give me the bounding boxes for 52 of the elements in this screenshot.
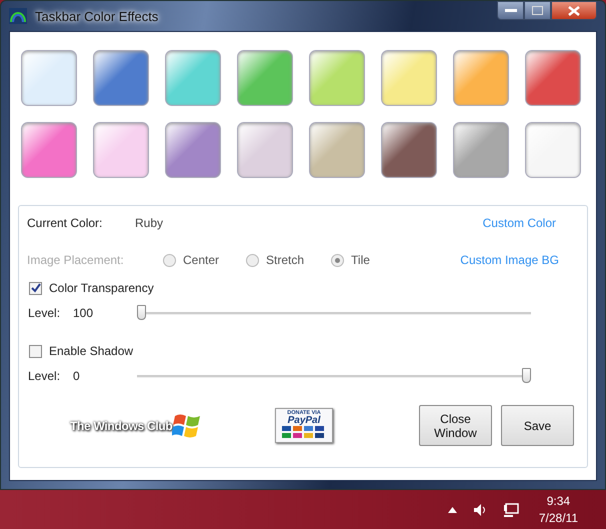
- speaker-icon[interactable]: [472, 502, 487, 516]
- up-arrow-icon[interactable]: [448, 506, 457, 512]
- maximize-icon: [532, 6, 543, 15]
- radio-label: Tile: [351, 253, 370, 267]
- rainbow-icon: [9, 8, 27, 24]
- color-swatch[interactable]: [453, 122, 509, 178]
- color-swatch[interactable]: [93, 122, 149, 178]
- checkbox-label: Enable Shadow: [49, 344, 134, 358]
- color-swatch[interactable]: [165, 50, 221, 106]
- clock-time: 9:34: [546, 494, 570, 508]
- checkbox[interactable]: [29, 282, 42, 294]
- current-color-label: Current Color:: [27, 216, 104, 230]
- color-swatch[interactable]: [21, 122, 77, 178]
- window-title: Taskbar Color Effects: [35, 8, 158, 24]
- level-value: 0: [73, 369, 81, 383]
- color-swatch[interactable]: [453, 50, 509, 106]
- color-swatch[interactable]: [93, 50, 149, 106]
- close-icon: [568, 6, 580, 16]
- color-swatch[interactable]: [237, 122, 293, 178]
- checkbox-label: Color Transparency: [49, 281, 154, 295]
- network-icon[interactable]: [502, 502, 519, 518]
- action-button[interactable]: Save: [501, 405, 574, 446]
- clock-date: 7/28/11: [538, 511, 578, 525]
- level-value: 100: [73, 306, 94, 320]
- color-swatch[interactable]: [309, 50, 365, 106]
- color-swatch[interactable]: [381, 50, 437, 106]
- color-swatch[interactable]: [21, 50, 77, 106]
- logo-text: The Windows Club: [70, 418, 172, 432]
- card-icons-drawing: [282, 426, 326, 438]
- slider-thumb[interactable]: [137, 305, 146, 320]
- close-button[interactable]: [551, 1, 597, 20]
- maximize-button[interactable]: [524, 1, 551, 20]
- image-placement-label: Image Placement:: [27, 253, 125, 267]
- color-swatch[interactable]: [309, 122, 365, 178]
- slider-thumb[interactable]: [522, 368, 531, 383]
- radio-label: Center: [183, 253, 220, 267]
- paypal-text: PayPal: [288, 416, 320, 426]
- current-color-value: Ruby: [135, 216, 164, 230]
- windows-flag-icon: [172, 412, 202, 440]
- color-swatch[interactable]: [381, 122, 437, 178]
- minimize-button[interactable]: [497, 1, 524, 20]
- color-swatch[interactable]: [237, 50, 293, 106]
- color-swatch[interactable]: [525, 50, 581, 106]
- color-swatch[interactable]: [165, 122, 221, 178]
- level-label: Level:: [28, 369, 62, 383]
- checkbox[interactable]: [29, 344, 42, 358]
- clock[interactable]: 9:34 7/28/11: [538, 494, 578, 525]
- level-label: Level:: [28, 306, 62, 320]
- radio-label: Stretch: [266, 253, 304, 267]
- action-button[interactable]: Close Window: [419, 405, 492, 446]
- minimize-icon: [504, 8, 516, 12]
- color-swatch[interactable]: [525, 122, 581, 178]
